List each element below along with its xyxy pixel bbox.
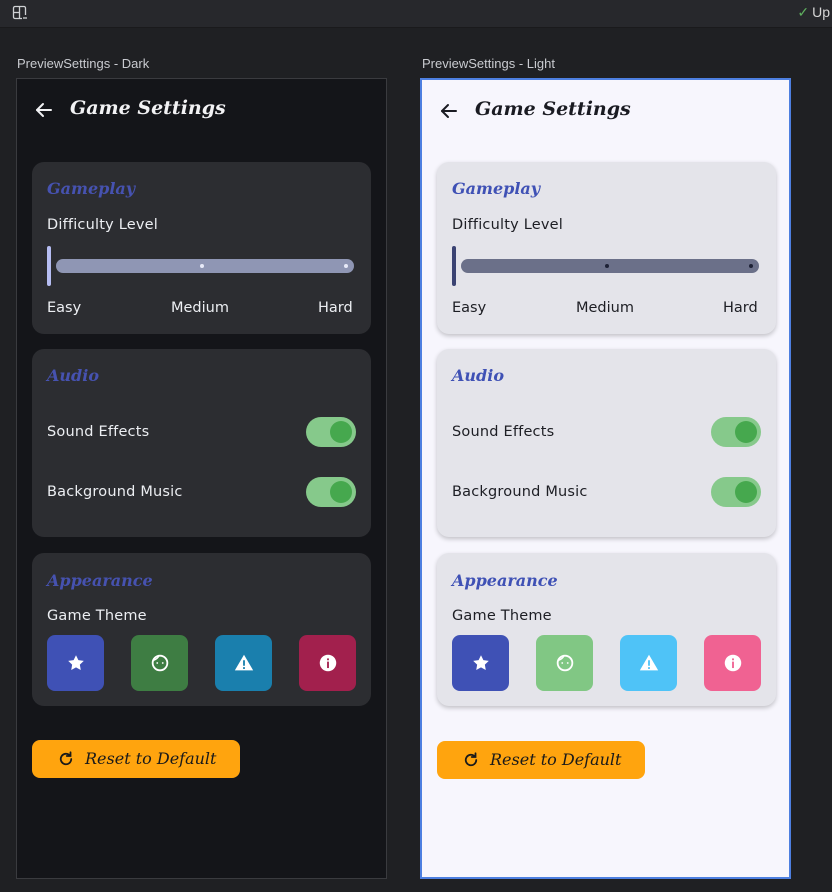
slider-stop-medium: Medium bbox=[576, 300, 634, 316]
sound-effects-label: Sound Effects bbox=[452, 424, 555, 440]
sound-effects-label: Sound Effects bbox=[47, 424, 150, 440]
theme-option-star[interactable] bbox=[47, 635, 104, 691]
theme-option-info[interactable] bbox=[299, 635, 356, 691]
slider-tick-hard bbox=[344, 264, 348, 268]
info-icon bbox=[724, 654, 741, 672]
theme-option-warning[interactable] bbox=[620, 635, 677, 691]
info-icon bbox=[319, 654, 336, 672]
toggle-knob bbox=[330, 421, 352, 443]
page-title: Game Settings bbox=[70, 97, 226, 119]
toggle-knob bbox=[735, 421, 757, 443]
slider-stop-medium: Medium bbox=[171, 300, 229, 316]
audio-card: Audio Sound Effects Background Music bbox=[32, 349, 371, 537]
difficulty-slider[interactable] bbox=[461, 259, 759, 273]
audio-card: Audio Sound Effects Background Music bbox=[437, 349, 776, 537]
music-label: Background Music bbox=[47, 484, 183, 500]
preview-light: Game Settings Gameplay Difficulty Level … bbox=[420, 78, 791, 879]
face-icon bbox=[151, 654, 168, 672]
reset-label: Reset to Default bbox=[490, 750, 622, 769]
difficulty-slider-thumb[interactable] bbox=[47, 246, 51, 286]
app-bar: Game Settings bbox=[17, 79, 386, 141]
slider-stop-hard: Hard bbox=[723, 300, 758, 316]
theme-option-star[interactable] bbox=[452, 635, 509, 691]
section-title-audio: Audio bbox=[452, 366, 504, 385]
difficulty-label: Difficulty Level bbox=[452, 217, 563, 233]
sound-effects-toggle[interactable] bbox=[711, 417, 761, 447]
split-layout-icon[interactable] bbox=[12, 5, 28, 21]
toggle-knob bbox=[735, 481, 757, 503]
difficulty-slider-thumb[interactable] bbox=[452, 246, 456, 286]
build-status: ✓ Up bbox=[797, 4, 830, 21]
face-icon bbox=[556, 654, 573, 672]
theme-option-info[interactable] bbox=[704, 635, 761, 691]
gameplay-card: Gameplay Difficulty Level Easy Medium Ha… bbox=[437, 162, 776, 334]
appearance-card: Appearance Game Theme bbox=[32, 553, 371, 706]
slider-stop-easy: Easy bbox=[47, 300, 82, 316]
toggle-knob bbox=[330, 481, 352, 503]
warning-icon bbox=[639, 654, 658, 671]
sound-effects-toggle[interactable] bbox=[306, 417, 356, 447]
refresh-icon bbox=[464, 752, 478, 767]
star-icon bbox=[472, 655, 489, 670]
difficulty-label: Difficulty Level bbox=[47, 217, 158, 233]
section-title-appearance: Appearance bbox=[452, 571, 558, 590]
music-label: Background Music bbox=[452, 484, 588, 500]
section-title-gameplay: Gameplay bbox=[452, 179, 541, 198]
slider-tick-medium bbox=[605, 264, 609, 268]
music-toggle[interactable] bbox=[711, 477, 761, 507]
gameplay-card: Gameplay Difficulty Level Easy Medium Ha… bbox=[32, 162, 371, 334]
section-title-gameplay: Gameplay bbox=[47, 179, 136, 198]
slider-tick-medium bbox=[200, 264, 204, 268]
slider-stop-hard: Hard bbox=[318, 300, 353, 316]
warning-icon bbox=[234, 654, 253, 671]
appearance-card: Appearance Game Theme bbox=[437, 553, 776, 706]
preview-dark: Game Settings Gameplay Difficulty Level … bbox=[16, 78, 387, 879]
theme-option-warning[interactable] bbox=[215, 635, 272, 691]
reset-to-default-button[interactable]: Reset to Default bbox=[437, 741, 645, 779]
star-icon bbox=[67, 655, 84, 670]
theme-option-face[interactable] bbox=[131, 635, 188, 691]
preview-label-dark: PreviewSettings - Dark bbox=[17, 56, 150, 71]
reset-label: Reset to Default bbox=[85, 749, 217, 768]
theme-option-face[interactable] bbox=[536, 635, 593, 691]
game-theme-label: Game Theme bbox=[47, 608, 147, 624]
refresh-icon bbox=[59, 751, 73, 766]
reset-to-default-button[interactable]: Reset to Default bbox=[32, 740, 240, 778]
arrow-left-icon[interactable] bbox=[439, 101, 459, 121]
page-title: Game Settings bbox=[475, 98, 631, 120]
slider-tick-hard bbox=[749, 264, 753, 268]
slider-stop-easy: Easy bbox=[452, 300, 487, 316]
ide-toolbar: ✓ Up bbox=[0, 0, 832, 28]
check-icon: ✓ bbox=[797, 4, 810, 20]
music-toggle[interactable] bbox=[306, 477, 356, 507]
arrow-left-icon[interactable] bbox=[34, 100, 54, 120]
app-bar: Game Settings bbox=[422, 80, 789, 142]
section-title-audio: Audio bbox=[47, 366, 99, 385]
difficulty-slider[interactable] bbox=[56, 259, 354, 273]
status-text: Up bbox=[812, 4, 830, 20]
section-title-appearance: Appearance bbox=[47, 571, 153, 590]
game-theme-label: Game Theme bbox=[452, 608, 552, 624]
preview-label-light: PreviewSettings - Light bbox=[422, 56, 555, 71]
